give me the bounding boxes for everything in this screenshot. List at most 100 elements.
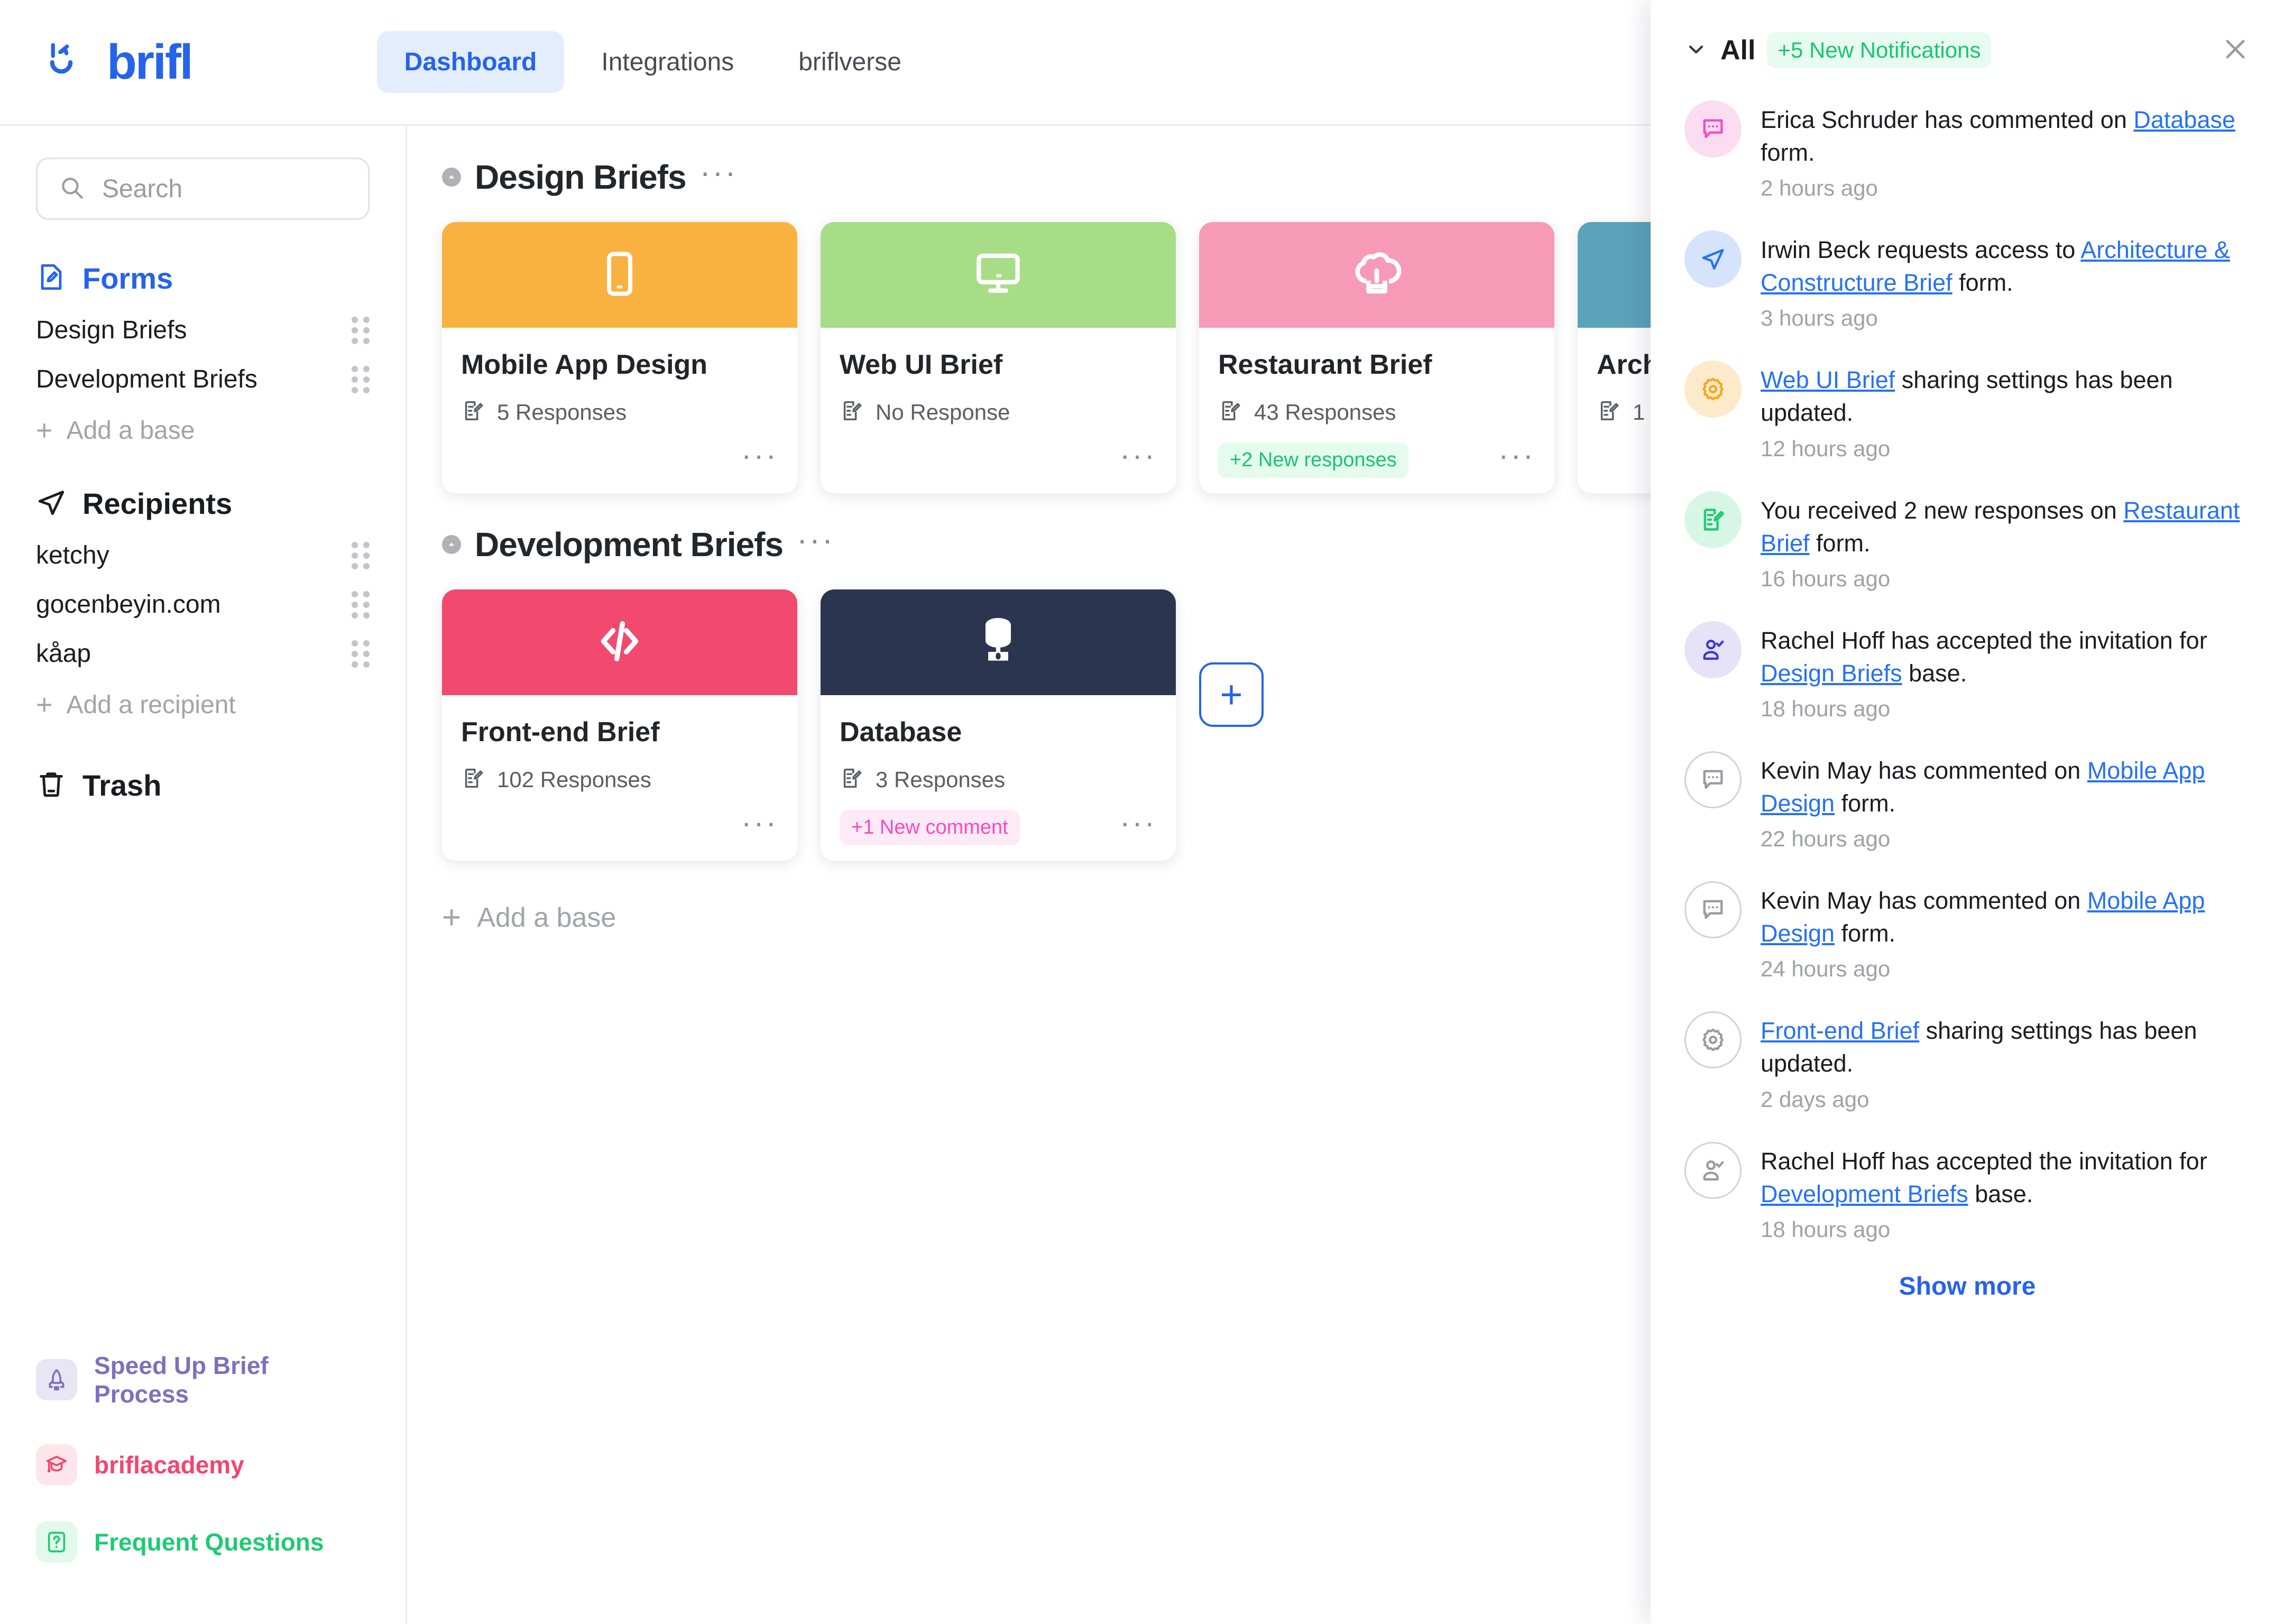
sidebar-forms-header[interactable]: Forms [36, 261, 370, 296]
graduation-cap-icon [36, 1444, 77, 1485]
tab-integrations[interactable]: Integrations [574, 31, 761, 93]
drag-handle-icon[interactable] [352, 590, 370, 619]
form-card-mobile-app-design[interactable]: Mobile App Design 5 Responses ··· [442, 222, 797, 493]
notification-pre: Rachel Hoff has accepted the invitation … [1761, 1147, 2207, 1175]
notification-text: Kevin May has commented on Mobile App De… [1761, 751, 2250, 852]
notification-item[interactable]: Web UI Brief sharing settings has been u… [1684, 361, 2250, 461]
collapse-toggle-icon[interactable] [442, 535, 461, 554]
card-meta: 3 Responses [840, 766, 1157, 793]
notification-time: 2 hours ago [1761, 176, 1878, 201]
card-title: Database [840, 717, 962, 748]
sidebar-item-development-briefs[interactable]: Development Briefs [36, 365, 370, 394]
notifications-filter-label[interactable]: All [1720, 34, 1755, 66]
sidebar-item-design-briefs[interactable]: Design Briefs [36, 316, 370, 345]
notification-pre: Rachel Hoff has accepted the invitation … [1761, 626, 2207, 654]
card-footer: +2 New responses ··· [1218, 440, 1535, 478]
sidebar-recipients-header[interactable]: Recipients [36, 486, 370, 521]
notification-message: Rachel Hoff has accepted the invitation … [1761, 1148, 2207, 1207]
card-menu-button[interactable]: ··· [1120, 808, 1157, 838]
drag-handle-icon[interactable] [352, 640, 370, 668]
card-menu-button[interactable]: ··· [1498, 440, 1535, 471]
notification-message: Erica Schruder has commented on Database… [1761, 106, 2235, 166]
sidebar-item-speed-up[interactable]: Speed Up Brief Process [36, 1351, 370, 1408]
card-responses: No Response [876, 399, 1010, 425]
form-card-web-ui-brief[interactable]: Web UI Brief No Response ··· [821, 222, 1176, 493]
search-input[interactable]: Search [36, 158, 370, 220]
group-menu-button[interactable]: ··· [700, 156, 738, 190]
tab-briflverse[interactable]: briflverse [771, 31, 929, 93]
sidebar-footer-label: Speed Up Brief Process [94, 1352, 269, 1408]
notification-link[interactable]: Web UI Brief [1761, 366, 1895, 393]
notification-text: Irwin Beck requests access to Architectu… [1761, 230, 2250, 331]
add-recipient-button[interactable]: + Add a recipient [36, 690, 370, 719]
user-check-icon [1684, 1141, 1742, 1199]
collapse-toggle-icon[interactable] [442, 168, 461, 187]
chef-hat-icon [1349, 246, 1404, 304]
form-card-database[interactable]: Database 3 Responses +1 New comment ··· [821, 589, 1176, 861]
sidebar-item-gocenbeyin[interactable]: gocenbeyin.com [36, 590, 370, 619]
tab-dashboard[interactable]: Dashboard [376, 31, 565, 93]
notifications-list: Erica Schruder has commented on Database… [1684, 100, 2250, 1624]
card-menu-button[interactable]: ··· [741, 808, 778, 838]
notification-time: 22 hours ago [1761, 826, 1891, 852]
notification-post: base. [1968, 1180, 2033, 1207]
sidebar-item-trash[interactable]: Trash [36, 768, 370, 802]
notification-link[interactable]: Development Briefs [1761, 1180, 1968, 1207]
sidebar-item-label: gocenbeyin.com [36, 590, 221, 619]
brand-logo[interactable]: brifl [47, 34, 194, 90]
group-menu-button[interactable]: ··· [797, 524, 835, 557]
card-menu-button[interactable]: ··· [741, 440, 778, 471]
sidebar: Search Forms Design Briefs Development B… [0, 126, 407, 1624]
response-icon [461, 766, 485, 793]
drag-handle-icon[interactable] [352, 541, 370, 569]
drag-handle-icon[interactable] [352, 365, 370, 393]
notification-time: 3 hours ago [1761, 306, 1878, 331]
notification-time: 24 hours ago [1761, 956, 1891, 982]
question-icon [36, 1521, 77, 1563]
form-card-restaurant-brief[interactable]: Restaurant Brief 43 Responses +2 New res… [1199, 222, 1554, 493]
chevron-down-icon[interactable] [1684, 38, 1708, 63]
card-responses: 43 Responses [1254, 399, 1396, 425]
notification-item[interactable]: Kevin May has commented on Mobile App De… [1684, 881, 2250, 982]
form-card-front-end-brief[interactable]: Front-end Brief 102 Responses ··· [442, 589, 797, 861]
notification-item[interactable]: Rachel Hoff has accepted the invitation … [1684, 621, 2250, 722]
notification-link[interactable]: Design Briefs [1761, 660, 1902, 687]
card-cover [1199, 222, 1554, 328]
notification-item[interactable]: Irwin Beck requests access to Architectu… [1684, 230, 2250, 331]
notification-pre: Kevin May has commented on [1761, 756, 2087, 784]
comment-icon [1684, 881, 1742, 939]
drag-handle-icon[interactable] [352, 316, 370, 344]
close-icon[interactable] [2221, 34, 2250, 67]
response-icon [1218, 399, 1242, 426]
sidebar-footer-label: Frequent Questions [94, 1528, 324, 1556]
notification-item[interactable]: Rachel Hoff has accepted the invitation … [1684, 1141, 2250, 1242]
notification-item[interactable]: Front-end Brief sharing settings has bee… [1684, 1011, 2250, 1112]
card-title: Web UI Brief [840, 349, 1003, 380]
notification-message: Kevin May has commented on Mobile App De… [1761, 757, 2205, 817]
notification-link[interactable]: Database [2133, 106, 2235, 133]
notification-link[interactable]: Front-end Brief [1761, 1017, 1919, 1044]
card-title: Front-end Brief [461, 717, 660, 748]
add-base-sidebar-button[interactable]: + Add a base [36, 416, 370, 445]
notification-item[interactable]: Erica Schruder has commented on Database… [1684, 100, 2250, 201]
card-responses: 102 Responses [497, 767, 651, 792]
notifications-header: All +5 New Notifications [1684, 0, 2250, 100]
sidebar-item-kaap[interactable]: kåap [36, 639, 370, 668]
show-more-button[interactable]: Show more [1684, 1272, 2250, 1301]
notification-item[interactable]: You received 2 new responses on Restaura… [1684, 491, 2250, 592]
notification-item[interactable]: Kevin May has commented on Mobile App De… [1684, 751, 2250, 852]
sidebar-item-briflacademy[interactable]: briflacademy [36, 1444, 370, 1485]
sidebar-item-ketchy[interactable]: ketchy [36, 541, 370, 570]
notification-message: Irwin Beck requests access to Architectu… [1761, 236, 2230, 296]
notification-pre: Kevin May has commented on [1761, 887, 2087, 915]
notification-post: form. [1761, 139, 1815, 167]
sidebar-item-label: Development Briefs [36, 365, 257, 393]
card-title: Mobile App Design [461, 349, 708, 380]
sidebar-item-frequent-questions[interactable]: Frequent Questions [36, 1521, 370, 1563]
card-meta: 5 Responses [461, 399, 778, 426]
sidebar-section-forms: Forms Design Briefs Development Briefs +… [36, 261, 370, 445]
card-menu-button[interactable]: ··· [1120, 440, 1157, 471]
add-form-card-button[interactable]: + [1199, 662, 1264, 727]
monitor-icon [972, 247, 1025, 303]
sidebar-footer-label: briflacademy [94, 1451, 244, 1479]
